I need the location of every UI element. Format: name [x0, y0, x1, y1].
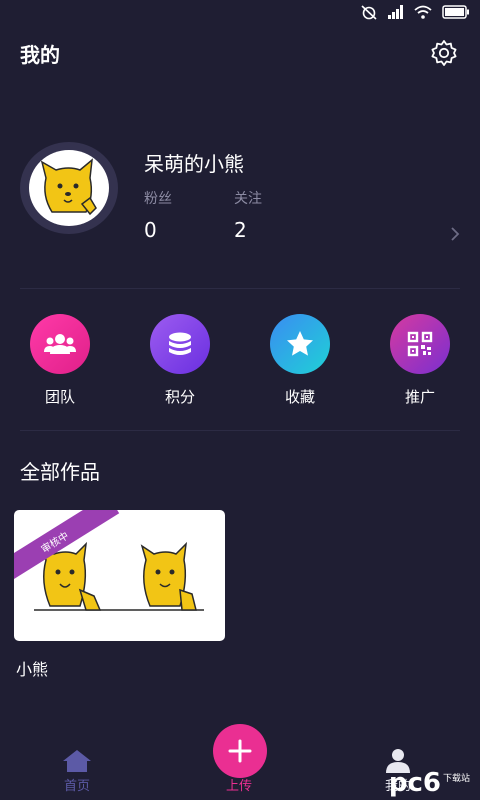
quick-actions: 团队 积分 收藏 推广 — [0, 314, 480, 414]
work-title: 小熊 — [16, 660, 49, 679]
favorites-icon-circle — [270, 314, 330, 374]
points-icon-circle — [150, 314, 210, 374]
alarm-off-icon — [361, 5, 377, 20]
work-card[interactable]: 审核中 — [14, 510, 225, 641]
following-count: 2 — [234, 218, 247, 242]
signal-icon — [388, 5, 403, 19]
watermark-logo: pc6 下载站 — [389, 770, 470, 796]
team-icon — [44, 334, 76, 354]
points-action[interactable]: 积分 — [140, 314, 220, 407]
chevron-right-icon[interactable] — [450, 226, 460, 242]
page-title: 我的 — [20, 42, 60, 67]
bear-work-thumbnail — [34, 541, 204, 611]
bear-cartoon-avatar-icon — [40, 158, 97, 216]
team-icon-circle — [30, 314, 90, 374]
header: 我的 — [20, 36, 458, 70]
divider — [20, 288, 460, 289]
promote-label: 推广 — [404, 388, 435, 406]
status-bar — [0, 0, 480, 24]
followers-count: 0 — [144, 218, 157, 242]
home-icon — [63, 750, 91, 772]
battery-icon — [442, 5, 469, 19]
plus-icon — [228, 739, 252, 763]
following-label: 关注 — [234, 191, 262, 207]
promote-icon-circle — [390, 314, 450, 374]
followers-label: 粉丝 — [144, 191, 172, 207]
avatar[interactable] — [20, 142, 118, 234]
divider — [20, 430, 460, 431]
qrcode-icon — [407, 331, 433, 357]
watermark-text: pc6 — [388, 768, 441, 798]
works-section-title: 全部作品 — [20, 460, 100, 484]
points-label: 积分 — [164, 388, 195, 406]
profile-card[interactable]: 呆萌的小熊 粉丝 0 关注 2 — [20, 142, 460, 242]
followers-stat[interactable]: 粉丝 0 — [144, 188, 172, 242]
user-nickname: 呆萌的小熊 — [144, 152, 244, 176]
watermark-subtext: 下载站 — [442, 774, 470, 784]
coins-icon — [169, 332, 191, 355]
team-label: 团队 — [44, 388, 75, 406]
favorites-label: 收藏 — [284, 388, 315, 406]
nav-home-label: 首页 — [63, 779, 90, 794]
wifi-icon — [414, 5, 432, 19]
nav-home[interactable]: 首页 — [62, 749, 92, 794]
favorites-action[interactable]: 收藏 — [260, 314, 340, 407]
upload-button[interactable] — [213, 724, 267, 778]
settings-gear-icon[interactable] — [430, 39, 458, 67]
star-icon — [287, 331, 313, 356]
team-action[interactable]: 团队 — [20, 314, 100, 407]
promote-action[interactable]: 推广 — [380, 314, 460, 407]
following-stat[interactable]: 关注 2 — [234, 188, 262, 242]
